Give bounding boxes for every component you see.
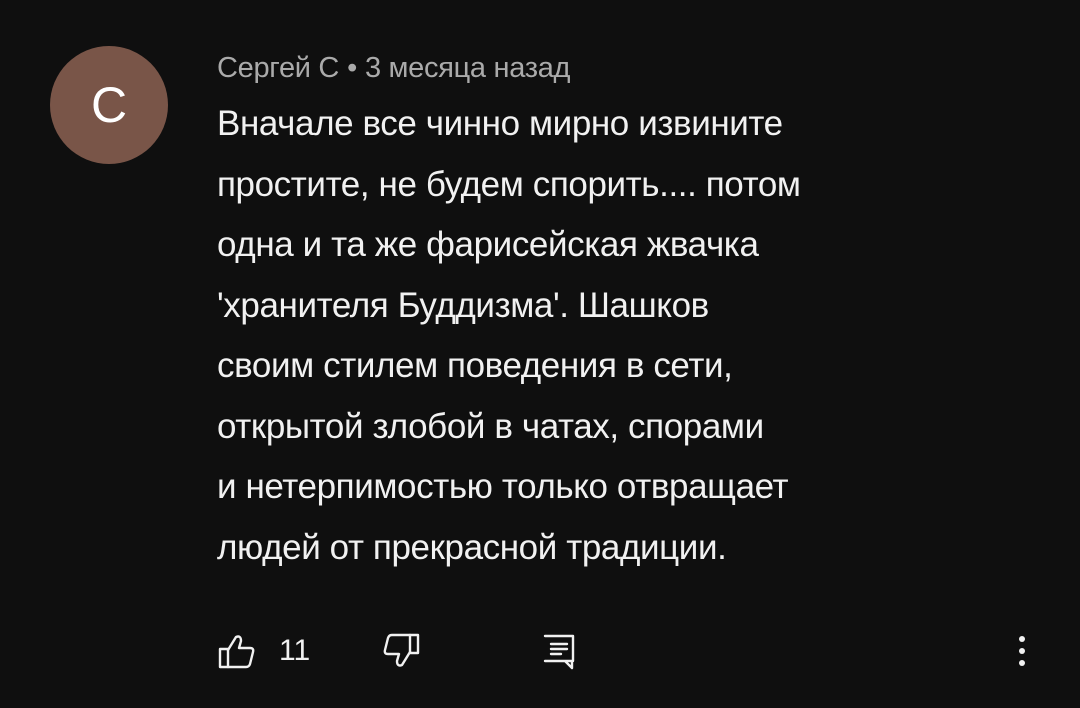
comment-text-line: своим стилем поведения в сети, [217,346,733,385]
comment-time[interactable]: 3 месяца назад [365,52,571,84]
thumbs-down-icon [381,631,421,671]
author-name[interactable]: Сергей С [217,52,339,84]
like-count: 11 [279,634,311,667]
comment-text-line: людей от прекрасной традиции. [217,527,727,567]
comment-reply-icon [539,631,579,671]
more-vertical-icon [1017,631,1027,671]
thumbs-up-icon [217,631,257,671]
comment-text-line: простите, не будем спорить.... потом [217,164,801,204]
reply-button[interactable] [539,626,579,676]
dislike-button[interactable] [381,626,421,676]
like-button[interactable]: 11 [217,626,310,676]
avatar[interactable]: С [50,46,168,164]
comment-thread: С Сергей С • 3 месяца назад Вначале все чи… [0,0,1080,708]
comment-text-line: одна и та же фарисейская жвачка [217,225,759,264]
more-options-button[interactable] [1007,626,1037,676]
meta-separator: • [347,52,357,84]
comment-text-line: 'хранителя Буддизма'. Шашков [217,285,709,325]
comment-meta: Сергей С • 3 месяца назад [217,48,977,88]
comment-text: Вначале все чинно мирно извините простит… [217,94,977,578]
comment-actions: 11 [217,626,1037,676]
avatar-letter: С [90,77,128,133]
comment-text-line: открытой злобой в чатах, спорами [217,406,764,446]
comment-text-line: и нетерпимостью только отвращает [217,467,789,506]
comment-text-line: Вначале все чинно мирно извините [217,104,783,143]
comment-content: Сергей С • 3 месяца назад Вначале все чинн… [217,48,977,578]
